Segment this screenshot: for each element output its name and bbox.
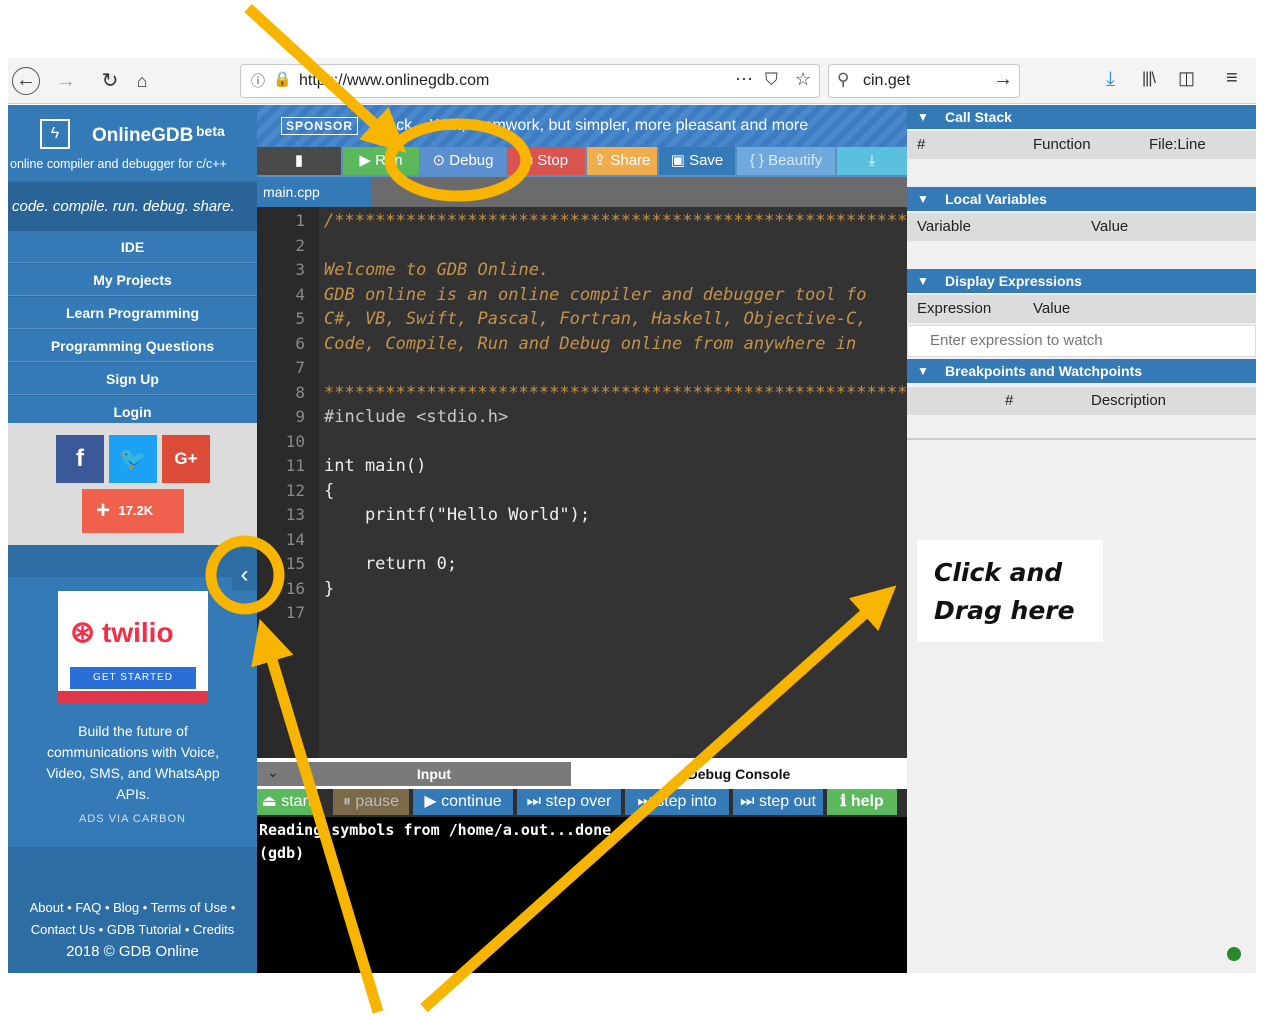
highlight-debug-button [384,118,532,202]
highlight-collapse-handle [205,535,285,615]
arrow-to-collapse [251,618,384,1014]
annotation-overlay [205,3,897,1014]
arrow-to-drag-area [420,585,897,1013]
arrow-to-debug [244,3,407,153]
